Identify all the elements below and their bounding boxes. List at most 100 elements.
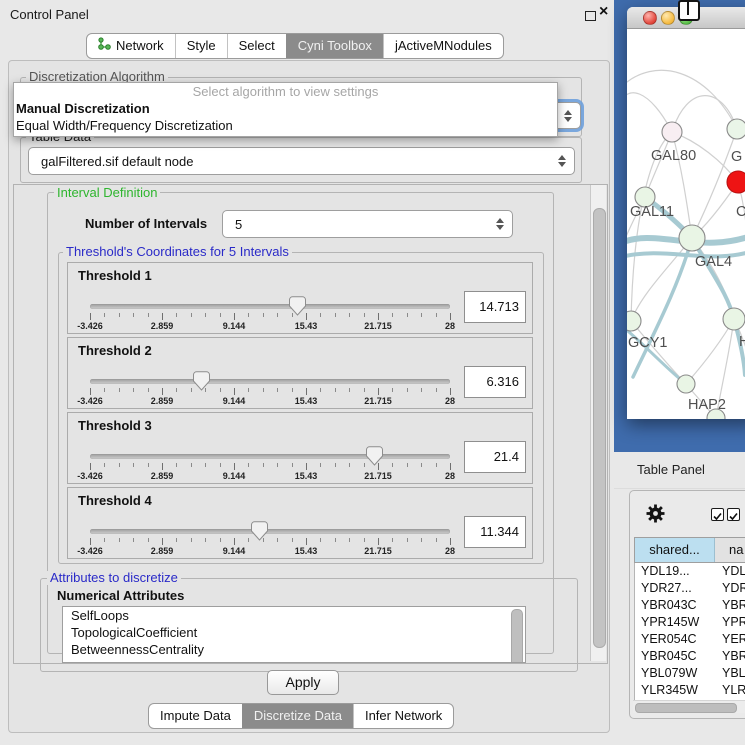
- network-node-g[interactable]: [727, 119, 745, 139]
- network-edge[interactable]: [686, 319, 734, 384]
- network-canvas[interactable]: GAL80GCGAL11GAL4GCY1HHAP2: [627, 29, 745, 419]
- list-item[interactable]: TopologicalCoefficient: [63, 624, 525, 641]
- table-row[interactable]: YBR045CYBR0: [635, 648, 745, 665]
- slider-thumb[interactable]: [251, 521, 268, 541]
- tab-label: Select: [239, 34, 275, 58]
- tick-mark: [335, 463, 336, 467]
- chevron-updown-icon: [496, 218, 504, 230]
- table-row[interactable]: YPR145WYPR1: [635, 614, 745, 631]
- tick-mark: [292, 463, 293, 467]
- close-traffic-light[interactable]: [643, 11, 657, 25]
- tick-mark: [349, 463, 350, 467]
- threshold-value-field[interactable]: 14.713: [464, 291, 526, 323]
- slider-track[interactable]: [90, 379, 450, 384]
- network-node-c[interactable]: [727, 171, 745, 193]
- tick-mark: [104, 538, 105, 542]
- float-window-icon[interactable]: [585, 11, 596, 21]
- close-icon[interactable]: ×: [599, 3, 608, 21]
- tick-mark: [220, 313, 221, 317]
- network-node-gal80[interactable]: [662, 122, 682, 142]
- node-label: GAL80: [651, 148, 696, 164]
- tab-select[interactable]: Select: [227, 34, 286, 58]
- threshold-panel: Threshold 3-3.4262.8599.14415.4321.71528…: [67, 412, 533, 484]
- list-item[interactable]: BetweennessCentrality: [63, 641, 525, 658]
- network-edge[interactable]: [627, 70, 737, 129]
- network-edge[interactable]: [633, 238, 692, 377]
- tab-discretize-data[interactable]: Discretize Data: [242, 704, 353, 728]
- list-scrollbar-thumb[interactable]: [511, 609, 523, 663]
- tab-jactivemnodules[interactable]: jActiveMNodules: [383, 34, 503, 58]
- column-header-shared-name[interactable]: shared...: [635, 538, 715, 562]
- tick-mark: [148, 463, 149, 467]
- table-cell: YBR0: [716, 648, 745, 665]
- tick-mark: [148, 388, 149, 392]
- tick-mark: [133, 463, 134, 467]
- slider-track[interactable]: [90, 454, 450, 459]
- tick-mark: [119, 538, 120, 542]
- threshold-value-field[interactable]: 21.4: [464, 441, 526, 473]
- network-node-h[interactable]: [723, 308, 745, 330]
- threshold-value-field[interactable]: 11.344: [464, 516, 526, 548]
- network-edge[interactable]: [738, 182, 745, 281]
- horizontal-scrollbar-thumb[interactable]: [635, 703, 737, 713]
- tick-mark: [234, 463, 235, 470]
- table-row[interactable]: YER054CYER0: [635, 631, 745, 648]
- horizontal-scrollbar[interactable]: [633, 700, 745, 713]
- number-of-intervals-value: 5: [223, 217, 496, 232]
- number-of-intervals-spinner[interactable]: 5: [222, 210, 513, 238]
- apply-button[interactable]: Apply: [267, 670, 339, 695]
- network-edge[interactable]: [627, 325, 686, 384]
- table-row[interactable]: YDR27...YDR2: [635, 580, 745, 597]
- slider-track[interactable]: [90, 304, 450, 309]
- table-row[interactable]: YLR345WYLR3: [635, 682, 745, 699]
- tick-mark: [220, 538, 221, 542]
- slider-thumb[interactable]: [289, 296, 306, 316]
- list-item[interactable]: SelfLoops: [63, 607, 525, 624]
- checkbox-checked-icon[interactable]: [727, 508, 740, 521]
- network-edge[interactable]: [631, 238, 692, 321]
- tab-style[interactable]: Style: [175, 34, 227, 58]
- node-label: G: [731, 149, 742, 165]
- tick-label: 21.715: [364, 471, 392, 481]
- tick-mark: [162, 313, 163, 320]
- dropdown-option-equal-width-frequency-discretization[interactable]: Equal Width/Frequency Discretization: [14, 117, 557, 134]
- dropdown-option-manual-discretization[interactable]: Manual Discretization: [14, 100, 557, 117]
- network-edge[interactable]: [631, 321, 686, 384]
- slider-track[interactable]: [90, 529, 450, 534]
- threshold-panel: Threshold 2-3.4262.8599.14415.4321.71528…: [67, 337, 533, 409]
- dropdown-placeholder-item[interactable]: Select algorithm to view settings: [14, 83, 557, 100]
- tick-mark: [364, 388, 365, 392]
- table-row[interactable]: YBR043CYBR0: [635, 597, 745, 614]
- threshold-value-field[interactable]: 6.316: [464, 366, 526, 398]
- vertical-scrollbar-thumb[interactable]: [593, 208, 606, 648]
- node-label: H: [739, 334, 745, 350]
- network-node-gcy1[interactable]: [627, 311, 641, 331]
- numerical-attributes-list[interactable]: SelfLoopsTopologicalCoefficientBetweenne…: [62, 606, 526, 663]
- tick-label: 9.144: [223, 471, 246, 481]
- gear-icon[interactable]: [646, 504, 665, 523]
- node-table: shared... na YDL19...YDL1YDR27...YDR2YBR…: [634, 537, 745, 700]
- network-node-hap2[interactable]: [677, 375, 695, 393]
- minimize-traffic-light[interactable]: [661, 11, 675, 25]
- threshold-label: Threshold 4: [78, 493, 152, 508]
- tab-network[interactable]: Network: [87, 34, 175, 58]
- tab-impute-data[interactable]: Impute Data: [149, 704, 242, 728]
- column-header-name[interactable]: na: [715, 538, 745, 562]
- table-data-combobox[interactable]: galFiltered.sif default node: [28, 147, 575, 175]
- tab-cyni-toolbox[interactable]: Cyni Toolbox: [286, 34, 383, 58]
- node-label: C: [736, 204, 745, 220]
- columns-icon[interactable]: [678, 0, 700, 21]
- tick-mark: [263, 463, 264, 467]
- vertical-scrollbar[interactable]: [590, 185, 606, 661]
- table-row[interactable]: YBL079WYBL0: [635, 665, 745, 682]
- table-row[interactable]: YDL19...YDL1: [635, 563, 745, 580]
- tick-mark: [191, 463, 192, 467]
- tick-mark: [364, 313, 365, 317]
- slider-thumb[interactable]: [193, 371, 210, 391]
- tab-infer-network[interactable]: Infer Network: [353, 704, 453, 728]
- network-edge[interactable]: [645, 132, 672, 197]
- network-node-gal4[interactable]: [679, 225, 705, 251]
- tick-label: 2.859: [151, 471, 174, 481]
- checkbox-checked-icon[interactable]: [711, 508, 724, 521]
- slider-thumb[interactable]: [366, 446, 383, 466]
